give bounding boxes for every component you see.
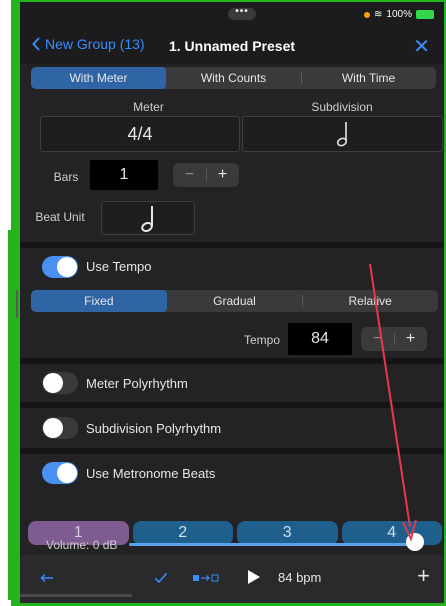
play-icon[interactable] xyxy=(247,569,261,585)
volume-slider-knob[interactable] xyxy=(406,533,424,551)
meter-label: Meter xyxy=(133,100,164,114)
close-icon[interactable]: ✕ xyxy=(413,34,430,59)
meter-polyrhythm-toggle[interactable] xyxy=(42,372,78,394)
multitasking-dots[interactable]: ••• xyxy=(228,7,256,20)
battery-percent: 100% xyxy=(386,9,412,20)
square-arrow-square-icon[interactable] xyxy=(192,573,220,583)
preset-editor-panel: ••• ≋ 100% New Group (13) 1. Unnamed Pre… xyxy=(20,2,444,603)
frame-left-line xyxy=(8,230,11,600)
tempo-section: Use Tempo Fixed Gradual Relative Tempo 8… xyxy=(20,248,444,358)
add-button[interactable]: + xyxy=(417,563,430,589)
volume-slider-track[interactable] xyxy=(129,543,417,546)
beat-unit-picker[interactable] xyxy=(101,201,195,235)
tab-with-time[interactable]: With Time xyxy=(301,67,436,89)
tab-with-counts[interactable]: With Counts xyxy=(166,67,301,89)
subdivision-polyrhythm-row: Subdivision Polyrhythm xyxy=(20,408,444,448)
tempo-increment-button[interactable]: + xyxy=(394,327,427,351)
bars-decrement-button[interactable]: − xyxy=(173,163,206,187)
beat-button-3[interactable]: 3 xyxy=(237,521,338,545)
status-indicators: ≋ 100% xyxy=(364,9,434,20)
subdivision-label: Subdivision xyxy=(311,100,373,114)
mode-segmented-control: With Meter With Counts With Time xyxy=(31,67,436,89)
meter-picker[interactable]: 4/4 xyxy=(40,116,240,152)
bars-label: Bars xyxy=(53,170,79,184)
subdivision-picker[interactable] xyxy=(242,116,443,152)
tempo-decrement-button[interactable]: − xyxy=(361,327,394,351)
beat-button-4[interactable]: 4 xyxy=(341,521,442,545)
scroll-indicator xyxy=(20,594,132,597)
tab-relative[interactable]: Relative xyxy=(302,290,438,312)
meter-polyrhythm-row: Meter Polyrhythm xyxy=(20,364,444,402)
checkmark-icon[interactable] xyxy=(154,572,168,584)
side-handle xyxy=(16,290,18,318)
navigation-bar: New Group (13) 1. Unnamed Preset ✕ xyxy=(20,30,444,62)
recording-dot-icon xyxy=(364,11,371,18)
use-metronome-beats-toggle[interactable] xyxy=(42,462,78,484)
battery-icon xyxy=(416,10,434,19)
tab-with-meter[interactable]: With Meter xyxy=(31,67,166,89)
half-note-icon xyxy=(141,206,153,233)
volume-label: Volume: 0 dB xyxy=(46,538,118,552)
use-tempo-label: Use Tempo xyxy=(86,259,152,274)
meter-polyrhythm-label: Meter Polyrhythm xyxy=(86,376,188,391)
bars-input[interactable]: 1 xyxy=(90,160,158,190)
bars-increment-button[interactable]: + xyxy=(206,163,239,187)
tempo-input[interactable]: 84 xyxy=(288,323,352,355)
beat-button-2[interactable]: 2 xyxy=(132,521,233,545)
use-tempo-toggle[interactable] xyxy=(42,256,78,278)
beat-unit-label: Beat Unit xyxy=(35,210,85,224)
subdivision-polyrhythm-label: Subdivision Polyrhythm xyxy=(86,421,222,436)
page-title: 1. Unnamed Preset xyxy=(168,38,296,54)
tempo-label: Tempo xyxy=(243,333,281,347)
use-metronome-beats-label: Use Metronome Beats xyxy=(86,466,216,481)
bars-stepper[interactable]: − + xyxy=(173,163,239,187)
tempo-stepper[interactable]: − + xyxy=(361,327,427,351)
tempo-mode-segmented-control: Fixed Gradual Relative xyxy=(31,290,438,312)
tab-fixed[interactable]: Fixed xyxy=(31,290,167,312)
bpm-label: 84 bpm xyxy=(278,570,322,585)
status-bar: ••• ≋ 100% xyxy=(20,2,444,28)
wifi-icon: ≋ xyxy=(374,9,383,20)
meter-section: With Meter With Counts With Time Meter S… xyxy=(20,64,444,248)
tab-gradual[interactable]: Gradual xyxy=(167,290,303,312)
half-note-icon xyxy=(336,122,348,147)
left-arrow-icon[interactable] xyxy=(40,573,54,583)
meter-value: 4/4 xyxy=(127,124,153,144)
subdivision-polyrhythm-toggle[interactable] xyxy=(42,417,78,439)
